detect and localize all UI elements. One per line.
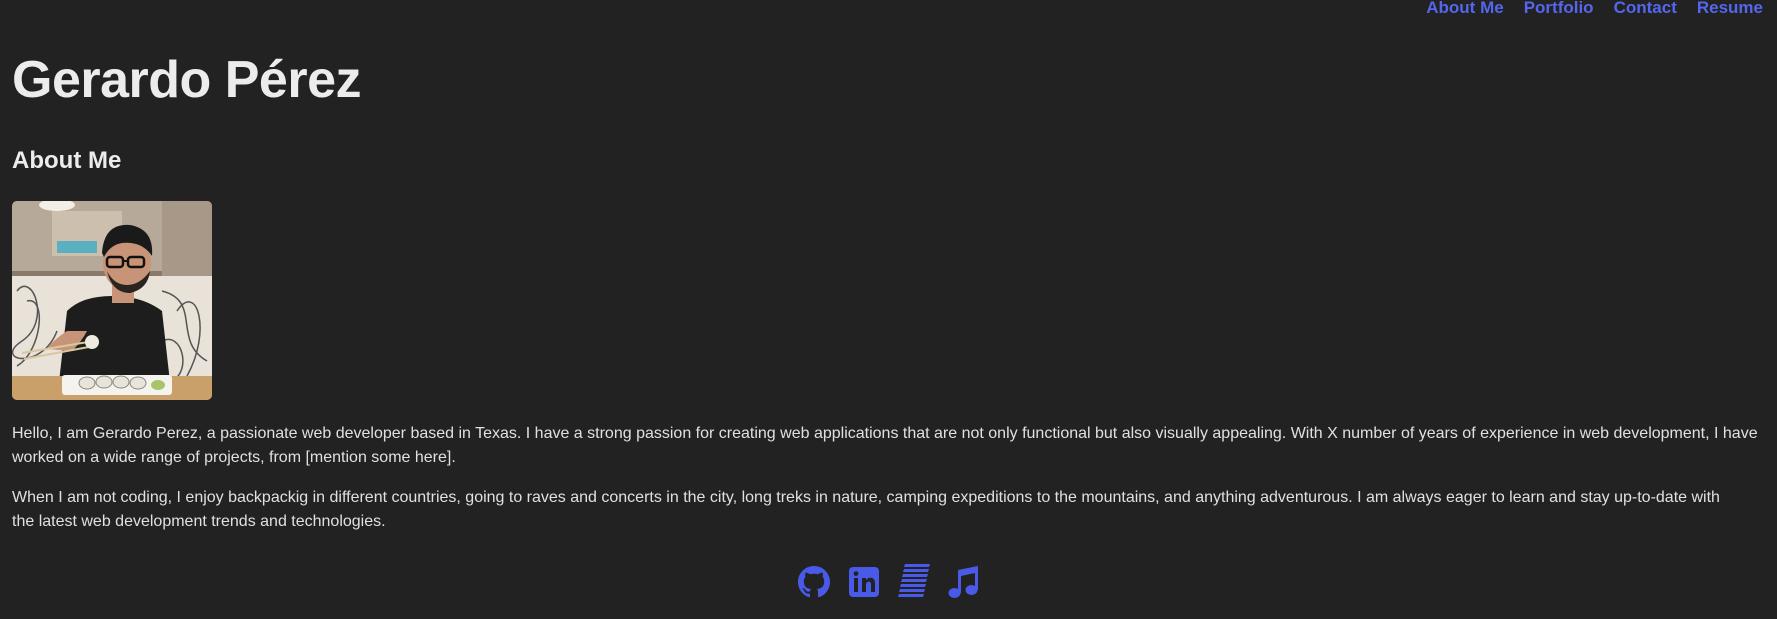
profile-photo [12,201,212,400]
nav-contact[interactable]: Contact [1614,0,1677,18]
nav-resume[interactable]: Resume [1697,0,1763,18]
bio-paragraph: Hello, I am Gerardo Perez, a passionate … [12,422,1777,470]
page-title: Gerardo Pérez [12,51,362,109]
about-me-heading: About Me [12,147,122,174]
bio-paragraph-line: When I am not coding, I enjoy backpackig… [12,489,1720,506]
top-nav: About Me Portfolio Contact Resume [1426,0,1763,18]
resume-icon[interactable] [897,564,930,600]
bio-paragraph: When I am not coding, I enjoy backpackig… [12,486,1777,534]
nav-about-me[interactable]: About Me [1426,0,1503,18]
nav-portfolio[interactable]: Portfolio [1524,0,1594,18]
bio-paragraph-line: worked on a wide range of projects, from… [12,449,456,466]
social-links [0,564,1777,600]
bio-paragraph-line: Hello, I am Gerardo Perez, a passionate … [12,425,1758,442]
bio-paragraph-line: the latest web development trends and te… [12,513,386,530]
linkedin-icon[interactable] [848,564,880,600]
music-icon[interactable] [948,564,980,600]
github-icon[interactable] [797,564,830,600]
about-me-body: Hello, I am Gerardo Perez, a passionate … [12,422,1777,550]
